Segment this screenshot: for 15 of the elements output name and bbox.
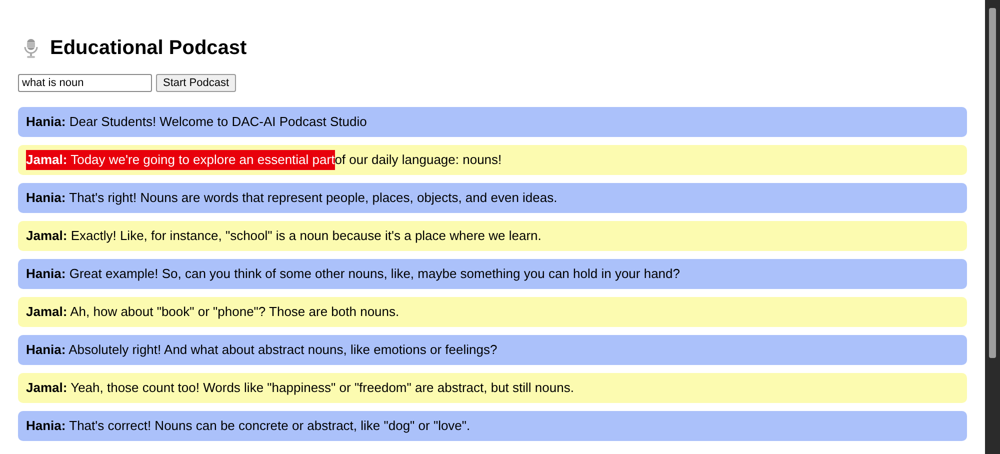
message-text: of our daily language: nouns! [334,151,502,170]
message-text: Hania: That's correct! Nouns can be concrete or abstract, like "dog" or "love". [26,417,470,436]
highlighted-speech: Jamal: Today we're going to explore an essential part [26,150,335,170]
start-podcast-button[interactable]: Start Podcast [156,74,236,92]
message-text: Jamal: Exactly! Like, for instance, "school" is a noun because it's a place where we learn. [26,227,542,246]
page-title: Educational Podcast [50,36,247,60]
message-text: Hania: That's right! Nouns are words that represent people, places, objects, and even ideas. [26,189,558,208]
message-text: Jamal: Yeah, those count too! Words like "happiness" or "freedom" are abstract, but still nouns. [26,379,574,398]
topic-field[interactable]: what is noun [18,74,152,92]
message-text: Jamal: Ah, how about "book" or "phone"? Those are both nouns. [26,303,400,322]
message-text: Hania: Dear Students! Welcome to DAC-AI Podcast Studio [26,113,367,132]
message-text: Hania: Absolutely right! And what about abstract nouns, like emotions or feelings? [26,341,498,360]
message-text: Hania: Great example! So, can you think of some other nouns, like, maybe something you can hold in your hand? [26,265,680,284]
microphone-icon [24,38,38,58]
scrollbar[interactable] [985,0,1000,454]
